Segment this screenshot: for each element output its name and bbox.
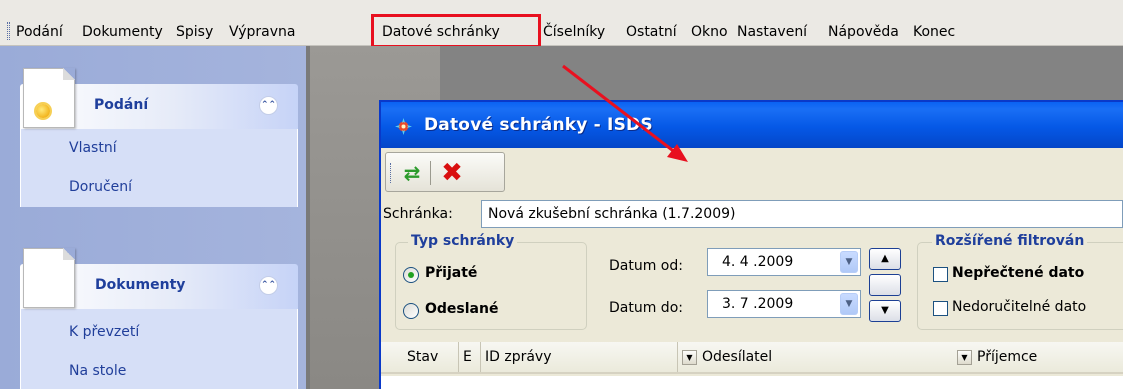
column-odesilatel-label: Odesílatel: [702, 349, 773, 365]
page-icon: [23, 248, 75, 308]
nav-link-na-stole[interactable]: Na stole: [21, 352, 297, 389]
column-id-zpravy[interactable]: ID zprávy: [481, 342, 678, 372]
dialog-toolbar: ⇄ ✖: [385, 152, 505, 192]
isds-dialog: Datové schránky - ISDS ⇄ ✖ Schránka: Nov…: [379, 100, 1123, 389]
panel-podani: Podání ⌃⌃ Vlastní Doručení: [20, 68, 298, 207]
mailbox-label: Schránka:: [383, 206, 453, 222]
nav-link-k-prevzeti[interactable]: K převzetí: [21, 313, 297, 352]
nav-link-vlastni[interactable]: Vlastní: [21, 129, 297, 168]
radio-odeslane[interactable]: [403, 303, 419, 319]
sun-icon: [36, 104, 50, 118]
spin-up-button[interactable]: ▲: [869, 248, 901, 270]
column-prijemce-label: Příjemce: [977, 349, 1038, 365]
date-to-label: Datum do:: [609, 300, 683, 316]
menu-bar: Podání Dokumenty Spisy Výpravna Datové s…: [0, 0, 1123, 46]
panel-dokumenty-title: Dokumenty: [95, 277, 186, 293]
filter-dropdown-icon[interactable]: ▼: [957, 349, 972, 365]
delete-icon[interactable]: ✖: [438, 159, 466, 187]
radio-odeslane-label[interactable]: Odeslané: [425, 301, 498, 317]
menu-item-ostatni[interactable]: Ostatní: [626, 22, 677, 42]
menu-item-dokumenty[interactable]: Dokumenty: [82, 22, 163, 42]
refresh-icon[interactable]: ⇄: [400, 161, 424, 185]
annotation-highlight-box: [371, 14, 541, 48]
date-from-label: Datum od:: [609, 258, 683, 274]
page-icon: [23, 68, 75, 128]
dialog-title: Datové schránky - ISDS: [424, 115, 653, 135]
date-from-picker[interactable]: 4. 4 .2009 ▼: [707, 248, 861, 276]
toolbar-grip[interactable]: [390, 163, 392, 183]
spin-down-button[interactable]: ▼: [869, 300, 901, 322]
menu-item-spisy[interactable]: Spisy: [176, 22, 213, 42]
radio-prijate-label[interactable]: Přijaté: [425, 265, 477, 281]
filter-dropdown-icon[interactable]: ▼: [682, 349, 697, 365]
spin-middle-button[interactable]: [869, 274, 901, 296]
filter-groupbox: Rozšířené filtrován Nepřečtené dato Nedo…: [917, 233, 1123, 330]
collapse-chevron-icon[interactable]: ⌃⌃: [259, 276, 278, 295]
menu-item-ciselniky[interactable]: Číselníky: [543, 22, 605, 42]
nav-link-doruceni[interactable]: Doručení: [21, 168, 297, 207]
dialog-titlebar[interactable]: Datové schránky - ISDS: [381, 102, 1123, 148]
toolbar-separator: [430, 161, 431, 185]
checkbox-neprectene-label[interactable]: Nepřečtené dato: [952, 265, 1084, 281]
type-group-title: Typ schránky: [408, 233, 518, 249]
date-from-dropdown-icon[interactable]: ▼: [840, 251, 858, 273]
mailbox-field[interactable]: Nová zkušební schránka (1.7.2009): [481, 200, 1123, 228]
checkbox-neprectene[interactable]: [933, 267, 948, 282]
panel-podani-header[interactable]: Podání ⌃⌃: [20, 68, 298, 129]
date-from-value: 4. 4 .2009: [722, 254, 794, 270]
menu-item-okno[interactable]: Okno: [691, 22, 728, 42]
menu-item-nastaveni[interactable]: Nastavení: [737, 22, 807, 42]
collapse-chevron-icon[interactable]: ⌃⌃: [259, 96, 278, 115]
message-grid-header: Stav E ID zprávy ▼ Odesílatel ▼ Příjemce: [381, 342, 1123, 374]
checkbox-nedorucitelne[interactable]: [933, 301, 948, 316]
menu-item-napoveda[interactable]: Nápověda: [828, 22, 899, 42]
panel-podani-title: Podání: [94, 97, 149, 113]
checkbox-nedorucitelne-label[interactable]: Nedoručitelné dato: [952, 299, 1086, 315]
panel-dokumenty-header[interactable]: Dokumenty ⌃⌃: [20, 248, 298, 309]
panel-dokumenty-body: K převzetí Na stole: [20, 309, 298, 389]
menu-grip[interactable]: [7, 22, 10, 40]
message-grid-body: [381, 376, 1123, 389]
navigation-pane: Podání ⌃⌃ Vlastní Doručení Dokumenty ⌃⌃ …: [0, 46, 310, 389]
panel-podani-body: Vlastní Doručení: [20, 129, 298, 207]
type-groupbox: Typ schránky Přijaté Odeslané: [395, 233, 587, 330]
app-icon: [395, 118, 412, 135]
menu-item-konec[interactable]: Konec: [913, 22, 955, 42]
column-odesilatel[interactable]: ▼ Odesílatel: [678, 342, 953, 372]
date-to-dropdown-icon[interactable]: ▼: [840, 293, 858, 315]
column-e[interactable]: E: [459, 342, 481, 372]
radio-prijate[interactable]: [403, 267, 419, 283]
menu-item-vypravna[interactable]: Výpravna: [229, 22, 295, 42]
column-stav[interactable]: Stav: [403, 342, 459, 372]
filter-group-title: Rozšířené filtrován: [932, 233, 1088, 249]
menu-item-podani[interactable]: Podání: [16, 22, 63, 42]
date-to-picker[interactable]: 3. 7 .2009 ▼: [707, 290, 861, 318]
column-prijemce[interactable]: ▼ Příjemce: [953, 342, 1123, 372]
panel-dokumenty: Dokumenty ⌃⌃ K převzetí Na stole: [20, 248, 298, 389]
date-to-value: 3. 7 .2009: [722, 296, 794, 312]
column-id-zpravy-label: ID zprávy: [485, 349, 552, 365]
